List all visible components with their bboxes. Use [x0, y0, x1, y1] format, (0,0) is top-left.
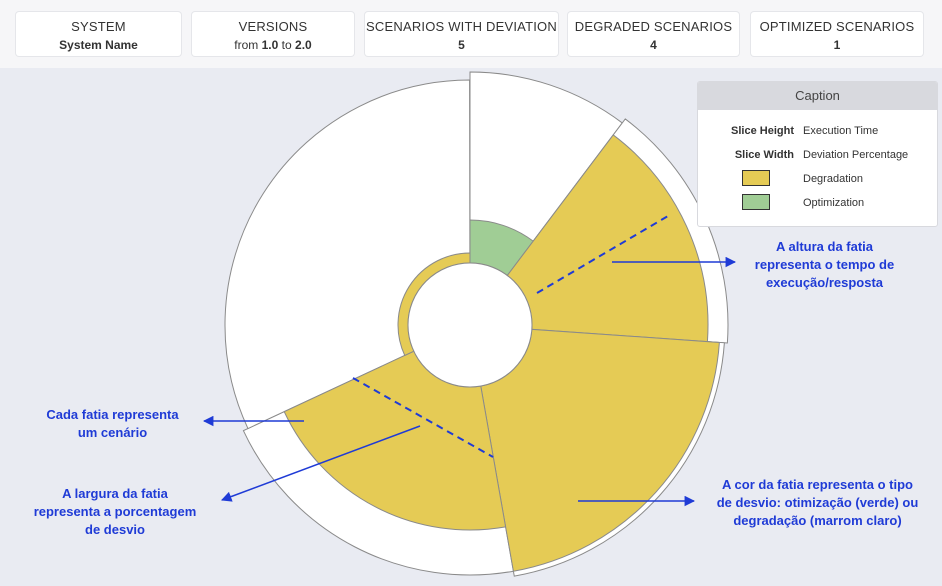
- annotation-slice-width: A largura da fatia representa a porcenta…: [33, 486, 197, 537]
- caption-row-optimization: Optimization: [698, 194, 937, 214]
- caption-key-slice-width: Slice Width: [734, 149, 794, 161]
- optimization-swatch: [742, 194, 770, 210]
- caption-row-slice-width: Slice Width Deviation Percentage: [698, 146, 937, 166]
- caption-key-slice-height: Slice Height: [731, 125, 794, 137]
- annotation-slice-scenario: Cada fatia representa um cenário: [46, 407, 179, 440]
- annotation-slice-color: A cor da fatia representa o tipo de desv…: [716, 477, 919, 528]
- caption-value-degradation: Degradation: [803, 173, 863, 185]
- caption-value-slice-height: Execution Time: [803, 125, 879, 137]
- caption-row-degradation: Degradation: [698, 170, 937, 190]
- annotation-slice-height: A altura da fatia representa o tempo de …: [754, 239, 895, 290]
- caption-title: Caption: [698, 82, 937, 110]
- degradation-swatch: [742, 170, 770, 186]
- caption-panel: Caption Slice Height Execution Time Slic…: [697, 81, 938, 227]
- caption-value-slice-width: Deviation Percentage: [803, 149, 909, 161]
- caption-row-slice-height: Slice Height Execution Time: [698, 122, 937, 142]
- chart-center-hole: [407, 262, 533, 388]
- caption-value-optimization: Optimization: [803, 197, 865, 209]
